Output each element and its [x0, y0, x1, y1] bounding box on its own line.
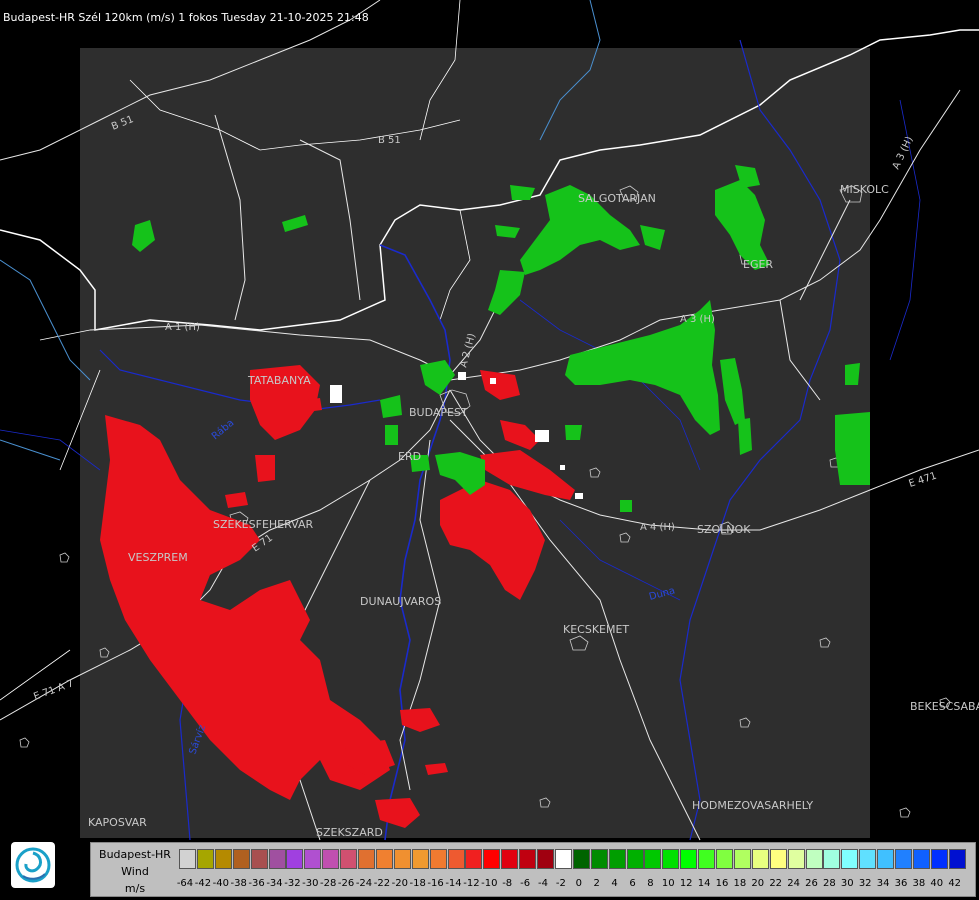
city-eger: EGER — [743, 258, 773, 271]
legend-swatch — [572, 849, 590, 869]
legend-swatch — [733, 849, 751, 869]
legend-swatch — [429, 849, 447, 869]
met-service-logo — [11, 842, 55, 888]
legend-swatch — [447, 849, 465, 869]
radar-map: SALGOTARJAN MISKOLC EGER TATABANYA BUDAP… — [0, 0, 979, 900]
map-title: Budapest-HR Szél 120km (m/s) 1 fokos Tue… — [3, 11, 369, 24]
legend-swatch — [214, 849, 232, 869]
city-bekescsaba: BEKESCSABA — [910, 700, 979, 713]
city-veszprem: VESZPREM — [128, 551, 188, 564]
legend-swatch — [751, 849, 769, 869]
legend-swatch — [358, 849, 375, 869]
city-miskolc: MISKOLC — [840, 183, 889, 196]
legend-swatch — [680, 849, 698, 869]
legend-swatch — [537, 849, 554, 869]
legend-swatch — [250, 849, 268, 869]
road-label-a3: A 3 (H) — [680, 314, 715, 325]
legend-swatch — [608, 849, 626, 869]
legend-swatch — [787, 849, 805, 869]
legend-swatch — [554, 849, 572, 869]
legend-swatch — [322, 849, 340, 869]
legend-swatch — [590, 849, 608, 869]
legend-swatch — [465, 849, 483, 869]
legend-swatch — [930, 849, 948, 869]
city-kecskemet: KECSKEMET — [563, 623, 629, 636]
legend-swatch — [716, 849, 733, 869]
legend-quantity: Wind — [121, 865, 149, 878]
legend-swatch — [304, 849, 322, 869]
city-hodmezovasarhely: HODMEZOVASARHELY — [692, 799, 813, 812]
legend-swatch — [859, 849, 877, 869]
legend-swatch — [877, 849, 895, 869]
legend-swatch — [196, 849, 214, 869]
legend-swatch — [769, 849, 787, 869]
legend-swatch — [375, 849, 393, 869]
city-szekszard: SZEKSZARD — [316, 826, 383, 839]
legend-swatch — [268, 849, 286, 869]
legend-swatch — [286, 849, 304, 869]
legend-tick: 42 — [948, 878, 962, 889]
legend-swatch — [823, 849, 841, 869]
city-erd: ERD — [398, 450, 421, 463]
legend-swatch — [340, 849, 358, 869]
legend-swatch — [948, 849, 966, 869]
swirl-logo-icon — [15, 847, 51, 883]
legend-swatch — [483, 849, 501, 869]
legend-swatch — [912, 849, 930, 869]
city-szolnok: SZOLNOK — [697, 523, 751, 536]
legend-unit: m/s — [124, 882, 146, 895]
city-tatabanya: TATABANYA — [247, 374, 311, 387]
legend-swatch — [644, 849, 662, 869]
legend-swatch — [411, 849, 429, 869]
legend-swatch — [179, 849, 196, 869]
legend-swatch — [662, 849, 680, 869]
road-label-a1: A 1 (H) — [165, 322, 200, 333]
legend-swatch — [232, 849, 250, 869]
road-label-b51-east: B 51 — [378, 135, 401, 146]
city-salgotarjan: SALGOTARJAN — [578, 192, 656, 205]
city-szekesfehervar: SZEKESFEHERVAR — [213, 518, 314, 531]
legend-swatch — [501, 849, 519, 869]
legend-swatch — [626, 849, 644, 869]
city-budapest: BUDAPEST — [409, 406, 468, 419]
legend-swatch — [519, 849, 537, 869]
legend-swatch — [841, 849, 859, 869]
road-label-a4: A 4 (H) — [640, 522, 675, 533]
city-kaposvar: KAPOSVAR — [88, 816, 147, 829]
legend-swatch — [805, 849, 823, 869]
legend-radar-name: Budapest-HR — [99, 848, 171, 861]
legend-swatch — [393, 849, 411, 869]
wind-legend: Budapest-HR Wind m/s -64 -42 -40 -38 -36 -34-… — [90, 842, 976, 897]
legend-swatch — [895, 849, 912, 869]
city-dunaujvaros: DUNAUJVAROS — [360, 595, 441, 608]
legend-swatch — [698, 849, 716, 869]
